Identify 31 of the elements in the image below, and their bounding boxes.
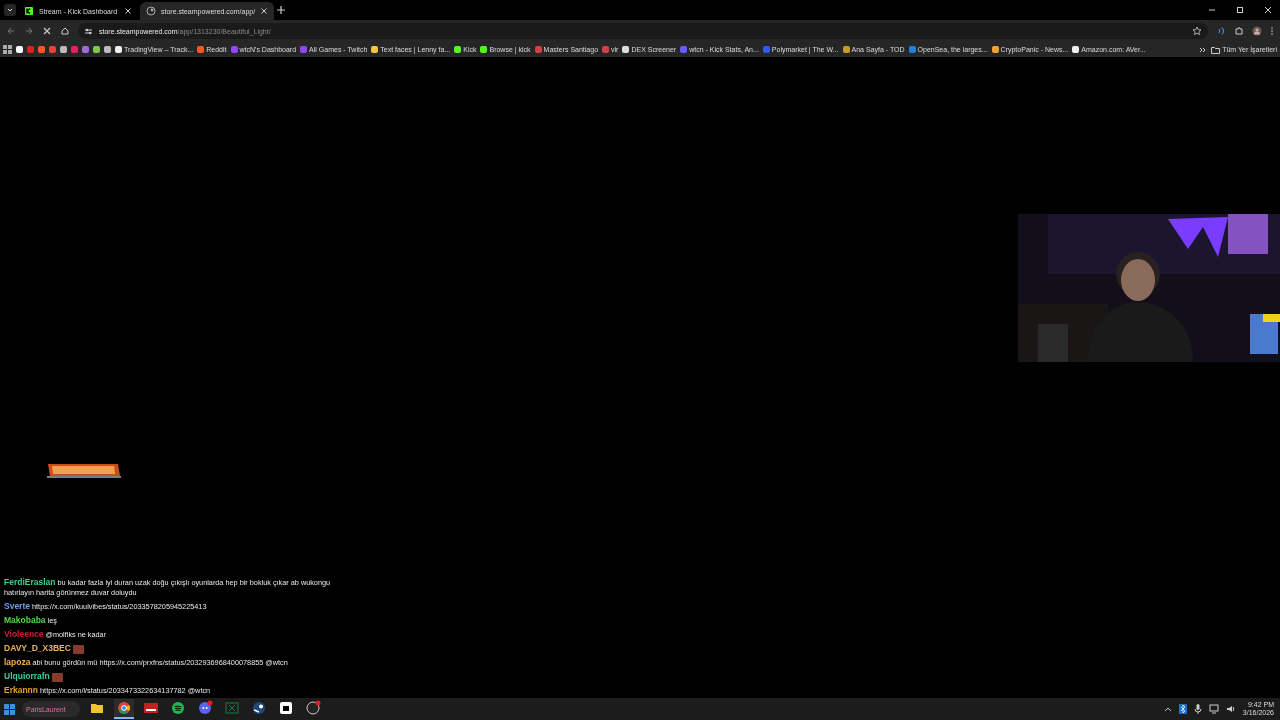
- gauge-icon: [146, 6, 156, 16]
- chat-message: Ulquiorrafn: [4, 671, 339, 682]
- stop-icon[interactable]: [42, 26, 52, 36]
- chat-message: DAVY_D_X3BEC: [4, 643, 339, 654]
- bluetooth-icon[interactable]: [1178, 704, 1187, 714]
- back-icon[interactable]: [6, 26, 16, 36]
- taskbar-browser-icon[interactable]: [114, 699, 134, 719]
- start-icon[interactable]: [4, 703, 15, 715]
- chevron-up-icon[interactable]: [1163, 705, 1172, 713]
- site-info-icon[interactable]: [84, 26, 93, 36]
- avatar-icon[interactable]: [1252, 26, 1262, 36]
- forward-icon[interactable]: [24, 26, 34, 36]
- volume-icon[interactable]: [1225, 704, 1236, 714]
- audio-icon[interactable]: [1216, 26, 1226, 36]
- home-icon[interactable]: [60, 26, 70, 36]
- star-icon[interactable]: [1192, 26, 1202, 36]
- network-icon[interactable]: [1208, 704, 1219, 714]
- microphone-icon[interactable]: [1193, 704, 1202, 714]
- new-tab-icon[interactable]: [276, 5, 287, 15]
- chevron-icon[interactable]: [1199, 45, 1208, 54]
- tab-list-icon[interactable]: [4, 4, 16, 16]
- k-logo-icon: [24, 6, 34, 16]
- restore-icon[interactable]: [1236, 6, 1244, 14]
- apps-grid-icon[interactable]: [3, 45, 12, 54]
- minimize-icon[interactable]: [1208, 6, 1216, 14]
- close-icon[interactable]: [260, 7, 269, 15]
- close-icon[interactable]: [124, 7, 132, 15]
- close-icon[interactable]: [1264, 6, 1272, 14]
- more-menu-icon[interactable]: [1270, 26, 1274, 36]
- site-logo-icon: [46, 461, 122, 479]
- folder-icon: [1211, 45, 1221, 54]
